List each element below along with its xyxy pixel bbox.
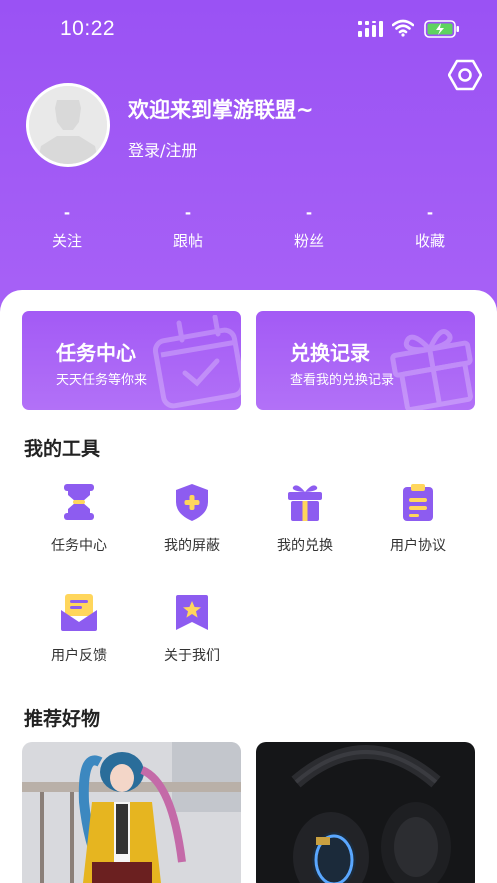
default-avatar-icon: [29, 86, 107, 164]
card-subtitle: 查看我的兑换记录: [290, 373, 395, 388]
tool-label: 我的屏蔽: [164, 538, 220, 554]
hourglass-icon: [59, 482, 99, 522]
wifi-icon: [391, 19, 415, 41]
stat-fans[interactable]: - 粉丝: [259, 204, 359, 251]
tools-section-title: 我的工具: [24, 438, 101, 460]
gift-box-icon: [285, 482, 325, 522]
cosplay-photo: [22, 742, 241, 883]
tool-my-exchange[interactable]: 我的兑换: [250, 482, 360, 555]
recommend-item-headset[interactable]: [256, 742, 475, 883]
envelope-icon: [59, 592, 99, 632]
tool-label: 任务中心: [51, 538, 107, 554]
battery-icon: [424, 20, 460, 42]
tool-about-us[interactable]: 关于我们: [137, 592, 247, 665]
tool-label: 我的兑换: [277, 538, 333, 554]
stat-replies[interactable]: - 跟帖: [138, 204, 238, 251]
exchange-record-card[interactable]: 兑换记录 查看我的兑换记录: [256, 311, 475, 410]
clipboard-icon: [398, 482, 438, 522]
gift-icon: [381, 315, 475, 410]
tool-user-agreement[interactable]: 用户协议: [363, 482, 473, 555]
signal-icon: [358, 21, 384, 41]
status-time: 10:22: [60, 17, 116, 40]
shield-plus-icon: [172, 482, 212, 522]
stat-label: 粉丝: [293, 232, 324, 250]
gaming-headset-photo: [256, 742, 475, 883]
tool-label: 用户协议: [390, 538, 446, 554]
avatar[interactable]: [26, 83, 110, 167]
stat-label: 跟帖: [172, 232, 203, 250]
stat-value: -: [305, 204, 313, 222]
stat-label: 关注: [51, 232, 82, 250]
stat-value: -: [184, 204, 192, 222]
profile-header: 10:22 欢迎来到掌游联盟~ 登录/注册 - 关注 - 跟帖 - 粉丝 - 收…: [0, 0, 497, 330]
tool-my-blocks[interactable]: 我的屏蔽: [137, 482, 247, 555]
bookmark-star-icon: [172, 592, 212, 632]
stat-label: 收藏: [414, 232, 445, 250]
card-title: 任务中心: [56, 341, 136, 365]
card-subtitle: 天天任务等你来: [56, 373, 148, 388]
recommend-item-cosplay[interactable]: [22, 742, 241, 883]
tool-label: 关于我们: [164, 648, 220, 664]
tool-task-center[interactable]: 任务中心: [24, 482, 134, 555]
stat-value: -: [426, 204, 434, 222]
task-center-card[interactable]: 任务中心 天天任务等你来: [22, 311, 241, 410]
tool-label: 用户反馈: [51, 648, 107, 664]
stat-value: -: [63, 204, 71, 222]
content-panel: 任务中心 天天任务等你来 兑换记录 查看我的兑换记录 我的工具 任务中心 我的屏…: [0, 290, 497, 883]
login-register-link[interactable]: 登录/注册: [128, 137, 197, 161]
stat-favorites[interactable]: - 收藏: [380, 204, 480, 251]
tool-user-feedback[interactable]: 用户反馈: [24, 592, 134, 665]
status-bar: 10:22: [0, 0, 497, 60]
card-title: 兑换记录: [290, 341, 370, 365]
stat-follow[interactable]: - 关注: [17, 204, 117, 251]
recommend-section-title: 推荐好物: [24, 708, 101, 730]
welcome-title: 欢迎来到掌游联盟~: [128, 98, 314, 122]
calendar-check-icon: [147, 314, 241, 410]
settings-gear-icon[interactable]: [447, 58, 483, 92]
